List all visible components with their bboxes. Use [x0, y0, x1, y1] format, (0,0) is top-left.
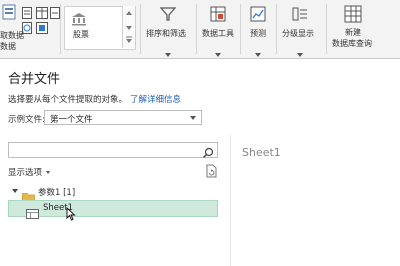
get-data-label: 取数据 [0, 31, 24, 40]
data-tools-dropdown-icon[interactable] [215, 42, 221, 58]
ribbon-separator [140, 4, 141, 54]
data-tools-icon[interactable] [210, 6, 226, 26]
outline-dropdown-icon[interactable] [297, 42, 303, 58]
mouse-cursor-icon [66, 206, 76, 225]
new-database-query-icon[interactable] [344, 5, 362, 27]
display-options-label: 显示选项 [8, 168, 43, 178]
sort-filter-label[interactable]: 排序和筛选 [146, 29, 186, 39]
tree-sheet-item[interactable]: Sheet1 [8, 200, 218, 219]
forecast-icon[interactable] [250, 6, 266, 26]
filter-icon[interactable] [159, 6, 177, 26]
outline-label[interactable]: 分级显示 [282, 29, 314, 39]
get-data-label-line2: 数据 [0, 42, 16, 51]
stock-bank-icon [71, 11, 87, 30]
display-options-dropdown[interactable]: 显示选项 [8, 166, 51, 178]
stock-label: 股票 [73, 30, 89, 39]
search-box[interactable] [8, 142, 218, 158]
data-tools-label[interactable]: 数据工具 [202, 29, 234, 39]
gallery-scroll[interactable] [122, 6, 135, 48]
search-input[interactable] [11, 144, 195, 156]
ribbon-separator [240, 4, 241, 54]
forecast-dropdown-icon[interactable] [255, 42, 261, 58]
existing-connections-icon[interactable] [50, 4, 60, 23]
new-query-label[interactable]: 新建 [345, 28, 361, 38]
refresh-icon[interactable] [205, 163, 217, 182]
sort-filter-dropdown-icon[interactable] [165, 42, 171, 58]
description-text: 选择要从每个文件提取的对象。 [8, 95, 128, 105]
forecast-label[interactable]: 预测 [250, 29, 266, 39]
folder-label: 参数1 [1] [38, 188, 76, 198]
ribbon-separator [276, 4, 277, 54]
preview-title: Sheet1 [242, 146, 281, 159]
chevron-down-icon [190, 116, 196, 120]
outline-icon[interactable] [292, 6, 308, 26]
sample-file-select[interactable]: 第一个文件 [44, 110, 202, 125]
ribbon-separator [326, 4, 327, 54]
chevron-down-icon [46, 171, 51, 174]
sample-file-label: 示例文件: [8, 115, 45, 125]
expand-toggle-icon[interactable] [12, 189, 18, 193]
recent-sources-icon[interactable] [36, 19, 48, 38]
search-icon[interactable] [202, 144, 214, 163]
ribbon-separator [60, 4, 61, 54]
get-data-icon[interactable] [2, 4, 16, 24]
panel-divider [230, 135, 231, 266]
ribbon: 取数据 数据 股票 排序和筛选 数据工具 预测 分级显示 新建 数据库查询 [0, 0, 400, 59]
dialog-title: 合并文件 [8, 72, 61, 87]
ribbon-separator [196, 4, 197, 54]
dialog-description: 选择要从每个文件提取的对象。 了解详细信息 [8, 93, 181, 105]
sheet-icon [26, 204, 39, 223]
new-query-label-line2[interactable]: 数据库查询 [332, 39, 372, 49]
learn-more-link[interactable]: 了解详细信息 [130, 95, 181, 105]
tree-folder-row[interactable]: 参数1 [1] [8, 185, 218, 202]
sample-file-value: 第一个文件 [50, 115, 93, 125]
